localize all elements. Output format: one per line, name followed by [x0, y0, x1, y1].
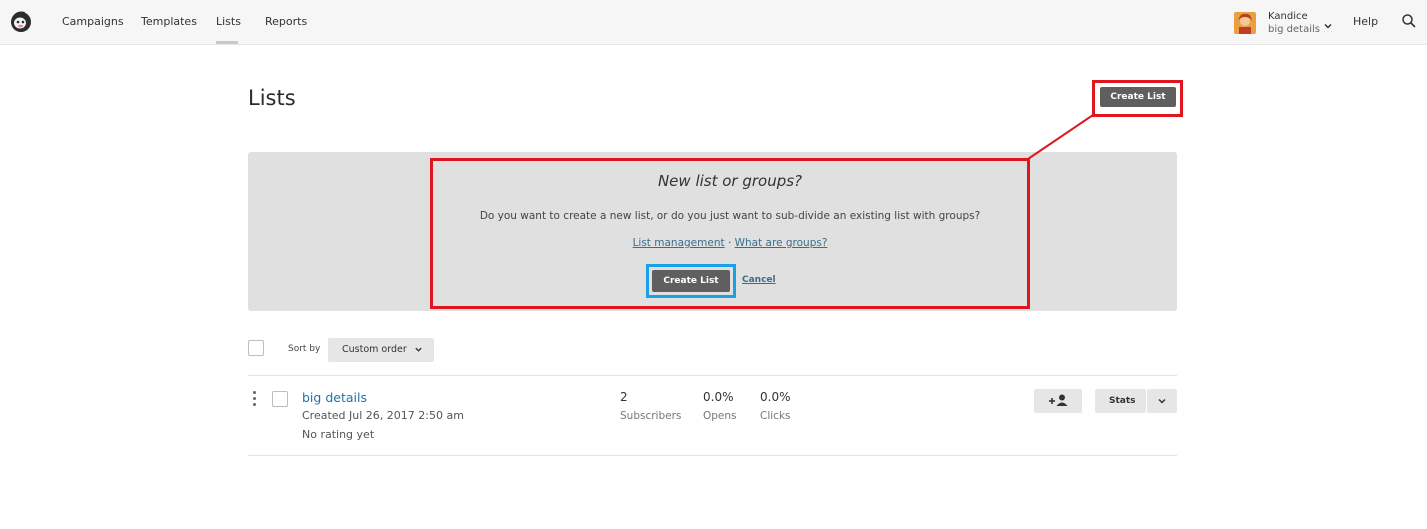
search-icon[interactable] — [1401, 13, 1417, 29]
divider — [248, 375, 1177, 376]
list-row-checkbox[interactable] — [272, 391, 288, 407]
stats-button-label: Stats — [1109, 396, 1136, 406]
panel-create-list-button[interactable]: Create List — [652, 270, 730, 292]
user-name[interactable]: Kandice — [1268, 11, 1308, 22]
cancel-link[interactable]: Cancel — [742, 275, 776, 285]
panel-description: Do you want to create a new list, or do … — [479, 210, 981, 222]
list-name-link[interactable]: big details — [302, 390, 367, 405]
panel-title: New list or groups? — [657, 172, 803, 190]
add-subscriber-button[interactable] — [1034, 389, 1082, 413]
top-navigation: Campaigns Templates Lists Reports Kandic… — [0, 0, 1427, 45]
list-management-link[interactable]: List management — [633, 237, 725, 249]
active-tab-indicator — [216, 41, 238, 44]
list-created-date: Created Jul 26, 2017 2:50 am — [302, 409, 464, 422]
opens-rate: 0.0% — [703, 390, 734, 404]
nav-lists[interactable]: Lists — [216, 15, 241, 28]
sort-by-label: Sort by — [288, 344, 321, 354]
nav-campaigns[interactable]: Campaigns — [62, 15, 124, 28]
subscribers-count: 2 — [620, 390, 628, 404]
add-contact-icon — [1049, 394, 1068, 406]
page-title: Lists — [248, 86, 296, 110]
what-are-groups-link[interactable]: What are groups? — [735, 237, 828, 249]
clicks-label: Clicks — [760, 410, 791, 422]
stats-dropdown-toggle[interactable] — [1147, 389, 1177, 413]
sort-dropdown[interactable]: Custom order — [328, 338, 434, 362]
kebab-menu-icon[interactable] — [253, 391, 257, 407]
opens-label: Opens — [703, 410, 737, 422]
panel-links: List management · What are groups? — [430, 237, 1030, 249]
create-list-button[interactable]: Create List — [1100, 87, 1176, 107]
mailchimp-logo-icon[interactable] — [8, 8, 34, 34]
list-rating: No rating yet — [302, 428, 375, 441]
chevron-down-icon[interactable] — [1323, 16, 1333, 29]
sort-dropdown-value: Custom order — [342, 344, 407, 355]
nav-reports[interactable]: Reports — [265, 15, 307, 28]
clicks-rate: 0.0% — [760, 390, 791, 404]
select-all-checkbox[interactable] — [248, 340, 264, 356]
user-account[interactable]: big details — [1268, 24, 1320, 35]
chevron-down-icon — [414, 345, 423, 354]
subscribers-label: Subscribers — [620, 410, 682, 422]
help-link[interactable]: Help — [1353, 15, 1378, 28]
nav-templates[interactable]: Templates — [141, 15, 197, 28]
divider — [248, 455, 1177, 456]
chevron-down-icon — [1158, 398, 1166, 404]
link-separator: · — [727, 237, 732, 249]
avatar[interactable] — [1234, 12, 1256, 34]
